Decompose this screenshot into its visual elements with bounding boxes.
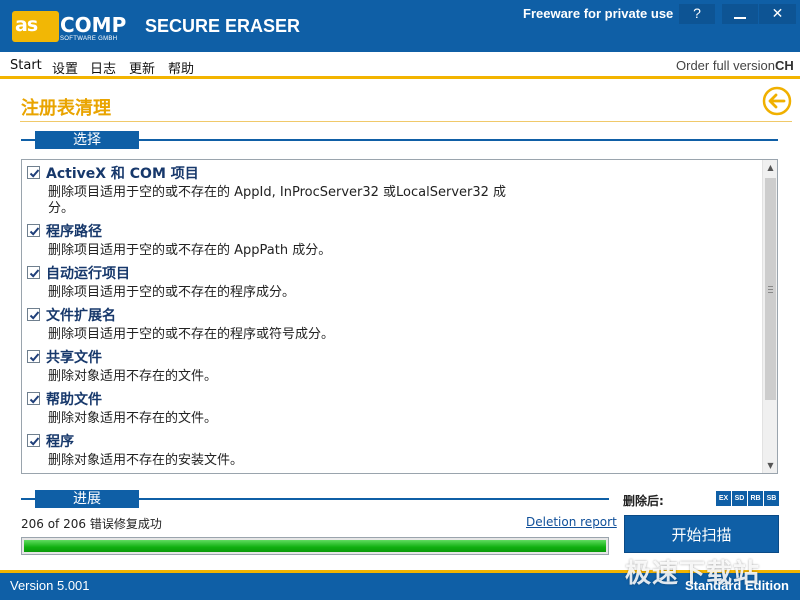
programs-checkbox[interactable] <box>27 434 40 447</box>
menu-update[interactable]: 更新 <box>129 58 155 77</box>
option-label: 自动运行项目 <box>46 266 130 282</box>
option-label: 程序 <box>46 434 74 450</box>
progress-bar-fill <box>24 540 606 552</box>
select-section-header: 选择 <box>21 131 778 149</box>
scroll-down-icon[interactable]: ▼ <box>763 458 777 473</box>
select-section-tab: 选择 <box>35 131 139 149</box>
option-label: ActiveX 和 COM 项目 <box>46 166 199 182</box>
minimize-icon <box>734 17 746 19</box>
option-description: 删除对象适用不存在的安装文件。 <box>48 453 244 468</box>
progress-section-header: 进展 <box>21 490 609 508</box>
menu-start[interactable]: Start <box>10 58 42 73</box>
menu-help[interactable]: 帮助 <box>168 58 194 77</box>
start-scan-button[interactable]: 开始扫描 <box>624 515 779 553</box>
activex-checkbox[interactable] <box>27 166 40 179</box>
progress-status: 206 of 206 错误修复成功 <box>21 517 162 531</box>
ascomp-logo: as <box>12 11 59 42</box>
options-viewport: ActiveX 和 COM 项目 删除项目适用于空的或不存在的 AppId, I… <box>22 160 762 473</box>
progress-bar <box>21 537 609 555</box>
title-bar: as COMP SOFTWARE GMBH SECURE ERASER Free… <box>0 0 800 52</box>
option-label: 程序路径 <box>46 224 102 240</box>
options-scrollbar[interactable]: ▲ ▼ <box>762 160 777 473</box>
option-description: 删除对象适用不存在的文件。 <box>48 369 218 384</box>
language-selector[interactable]: CH <box>775 58 794 73</box>
option-label: 文件扩展名 <box>46 308 116 324</box>
autorun-checkbox[interactable] <box>27 266 40 279</box>
back-button[interactable] <box>762 86 792 116</box>
option-label: 帮助文件 <box>46 392 102 408</box>
grip-icon <box>768 286 773 293</box>
menu-bar: Start 设置 日志 更新 帮助 Order full version CH <box>0 52 800 79</box>
file-extensions-checkbox[interactable] <box>27 308 40 321</box>
page-title: 注册表清理 <box>21 98 111 119</box>
order-full-version-link[interactable]: Order full version <box>676 58 775 73</box>
shared-files-checkbox[interactable] <box>27 350 40 363</box>
check-icon <box>29 227 40 236</box>
check-icon <box>29 311 40 320</box>
watermark: 极速下载站 <box>625 559 761 589</box>
title-divider <box>20 121 792 122</box>
logo-text-right: COMP <box>60 13 127 37</box>
option-description: 删除项目适用于空的或不存在的 AppId, InProcServer32 或Lo… <box>48 185 507 216</box>
menu-settings[interactable]: 设置 <box>52 58 78 77</box>
progress-section-tab: 进展 <box>35 490 139 508</box>
option-description: 删除对象适用不存在的文件。 <box>48 411 218 426</box>
version-label: Version 5.001 <box>10 578 90 593</box>
freeware-label: Freeware for private use <box>523 6 674 21</box>
option-description: 删除项目适用于空的或不存在的 AppPath 成分。 <box>48 243 332 258</box>
help-button[interactable]: ? <box>679 4 715 24</box>
cleanup-options-list[interactable]: ActiveX 和 COM 项目 删除项目适用于空的或不存在的 AppId, I… <box>21 159 778 474</box>
help-files-checkbox[interactable] <box>27 392 40 405</box>
check-icon <box>29 169 40 178</box>
back-arrow-icon <box>762 86 792 116</box>
scroll-up-icon[interactable]: ▲ <box>763 160 777 175</box>
check-icon <box>29 437 40 446</box>
after-delete-rb-button[interactable]: RB <box>748 491 763 506</box>
app-title: SECURE ERASER <box>145 16 301 36</box>
logo-subtitle: SOFTWARE GMBH <box>60 36 118 42</box>
program-paths-checkbox[interactable] <box>27 224 40 237</box>
after-delete-sd-button[interactable]: SD <box>732 491 747 506</box>
option-description: 删除项目适用于空的或不存在的程序或符号成分。 <box>48 327 335 342</box>
check-icon <box>29 353 40 362</box>
option-description: 删除项目适用于空的或不存在的程序成分。 <box>48 285 296 300</box>
check-icon <box>29 395 40 404</box>
deletion-report-link[interactable]: Deletion report <box>526 515 617 529</box>
logo-text-left: as <box>15 14 38 36</box>
minimize-button[interactable] <box>722 4 758 24</box>
scrollbar-thumb[interactable] <box>765 178 776 400</box>
after-delete-label: 删除后: <box>623 494 664 508</box>
close-button[interactable]: ✕ <box>759 4 796 24</box>
option-label: 共享文件 <box>46 350 102 366</box>
after-delete-sb-button[interactable]: SB <box>764 491 779 506</box>
menu-log[interactable]: 日志 <box>90 58 116 77</box>
after-delete-ex-button[interactable]: EX <box>716 491 731 506</box>
check-icon <box>29 269 40 278</box>
